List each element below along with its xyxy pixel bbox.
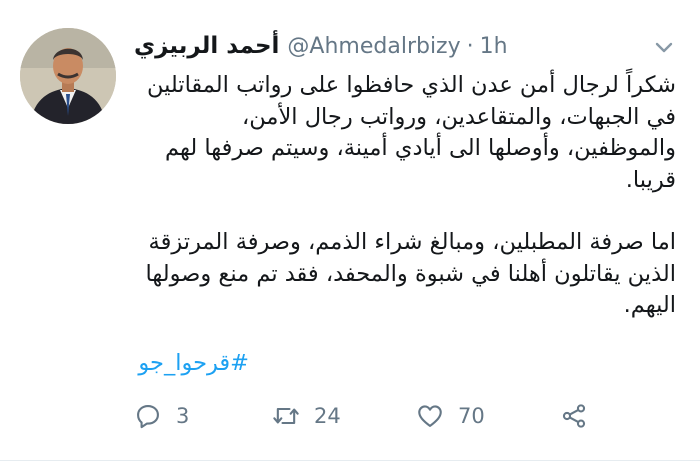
tweet-actions: 3 24 70 bbox=[134, 396, 614, 436]
like-count: 70 bbox=[458, 404, 485, 428]
tweet-paragraph-1: شكراً لرجال أمن عدن الذي حافظوا على روات… bbox=[146, 72, 676, 193]
reply-icon bbox=[137, 405, 159, 429]
tweet-paragraph-2: اما صرفة المطبلين، ومبالغ شراء الذمم، وص… bbox=[145, 229, 676, 318]
separator-dot: · bbox=[466, 33, 474, 59]
reply-count: 3 bbox=[176, 404, 190, 428]
tweet-text: شكراً لرجال أمن عدن الذي حافظوا على روات… bbox=[134, 70, 676, 322]
hashtag-link[interactable]: #قرحوا_جو bbox=[138, 350, 249, 376]
avatar-photo bbox=[20, 28, 116, 124]
heart-icon bbox=[418, 405, 442, 427]
share-icon bbox=[562, 404, 586, 428]
share-button[interactable] bbox=[560, 396, 588, 436]
chevron-down-icon[interactable] bbox=[652, 36, 676, 60]
retweet-button[interactable]: 24 bbox=[272, 396, 341, 436]
display-name[interactable]: أحمد الربيزي bbox=[134, 33, 279, 59]
tweet-header: أحمد الربيزي @Ahmedalrbizy · 1h bbox=[134, 30, 640, 62]
timestamp[interactable]: 1h bbox=[480, 34, 508, 59]
tweet-card[interactable]: أحمد الربيزي @Ahmedalrbizy · 1h شكراً لر… bbox=[0, 0, 700, 461]
avatar[interactable] bbox=[20, 28, 116, 124]
retweet-count: 24 bbox=[314, 404, 341, 428]
user-handle[interactable]: @Ahmedalrbizy bbox=[287, 34, 460, 59]
reply-button[interactable]: 3 bbox=[134, 396, 189, 436]
like-button[interactable]: 70 bbox=[416, 396, 485, 436]
retweet-icon bbox=[273, 407, 299, 425]
